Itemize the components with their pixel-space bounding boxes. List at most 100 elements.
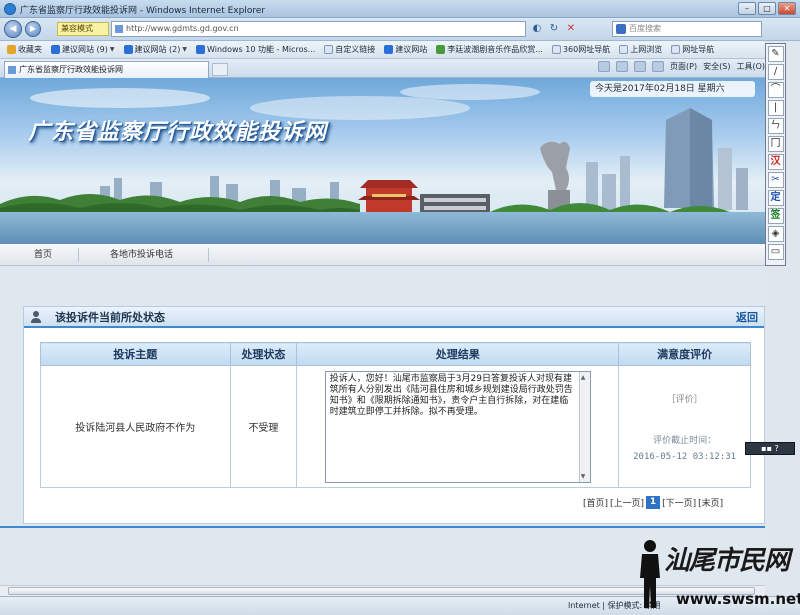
stroke-horizontal-icon[interactable]: /: [767, 64, 784, 80]
panel-title: 该投诉件当前所处状态: [55, 311, 165, 324]
stroke-bend-icon[interactable]: ㄣ: [767, 118, 784, 134]
stroke-vertical-icon[interactable]: |: [767, 100, 784, 116]
nav-home-link[interactable]: 首页: [34, 244, 52, 266]
col-header-result: 处理结果: [296, 342, 620, 366]
table-row: 投诉陆河县人民政府不作为 不受理 投诉人，您好！汕尾市监察局于3月29日答复投诉…: [40, 365, 751, 488]
fav-item-suggested-9[interactable]: 建议网站 (9) ▼: [48, 44, 118, 55]
tools-menu[interactable]: 工具(O): [736, 61, 765, 72]
star-icon: [7, 45, 16, 54]
col-header-status: 处理状态: [229, 342, 298, 366]
fav-label: 网址导航: [682, 45, 715, 54]
result-scrollbar[interactable]: [578, 371, 590, 482]
ime-status-widget[interactable]: ▪▪ ?: [745, 442, 795, 455]
back-icon[interactable]: ◀: [4, 20, 22, 38]
cell-status: 不受理: [229, 365, 298, 488]
compat-icon[interactable]: ◐: [530, 22, 544, 36]
page-icon: [671, 45, 681, 54]
scissors-icon[interactable]: ✂: [767, 172, 784, 188]
favorites-label: 收藏夹: [18, 45, 42, 54]
tab-active[interactable]: 广东省监察厅行政效能投诉网: [4, 61, 209, 78]
fav-item-suggested-2[interactable]: 建议网站 (2) ▼: [121, 44, 191, 55]
refresh-icon[interactable]: ↻: [547, 22, 561, 36]
stop-icon[interactable]: ✕: [564, 22, 578, 36]
content-bottom-rule: [0, 526, 765, 528]
main-nav: 首页 各地市投诉电话: [0, 244, 765, 266]
pagination: [首页] [上一页] 1 [下一页] [末页]: [583, 496, 723, 509]
col-header-subject: 投诉主题: [40, 342, 231, 366]
mail-icon[interactable]: [634, 61, 647, 72]
eraser-icon[interactable]: ◈: [767, 226, 784, 242]
complaint-table: 投诉主题 处理状态 处理结果 满意度评价 投诉陆河县人民政府不作为 不受理 投诉…: [40, 342, 751, 488]
fav-item-custom-links[interactable]: 自定义链接: [321, 44, 378, 55]
chevron-down-icon: ▼: [182, 46, 187, 53]
rating-deadline-value: 2016-05-12 03:12:31: [633, 451, 737, 462]
stroke-box-icon[interactable]: 冂: [767, 136, 784, 152]
close-icon[interactable]: ✕: [778, 2, 796, 15]
table-header-row: 投诉主题 处理状态 处理结果 满意度评价: [40, 342, 751, 366]
pen-icon[interactable]: ✎: [767, 46, 784, 62]
page-menu[interactable]: 页面(P): [670, 61, 697, 72]
person-icon: [31, 311, 41, 323]
fav-label: 李廷波潮剧音乐作品欣赏...: [447, 45, 543, 54]
favorites-button[interactable]: 收藏夹: [4, 44, 45, 55]
window-icon[interactable]: ▭: [767, 244, 784, 260]
cell-result: 投诉人，您好！汕尾市监察局于3月29日答复投诉人对现有建筑所有人分别发出《陆河县…: [296, 365, 620, 488]
page-icon: [619, 45, 629, 54]
address-tools: ◐ ↻ ✕: [530, 22, 578, 36]
fav-item-browse[interactable]: 上网浏览: [616, 44, 665, 55]
current-date: 今天是2017年02月18日 星期六: [590, 81, 755, 97]
pager-current[interactable]: 1: [646, 496, 661, 509]
ie-logo-icon: [4, 3, 16, 15]
page-icon: [551, 45, 561, 54]
pager-last[interactable]: [末页]: [698, 496, 723, 509]
rate-link[interactable]: ［评价］: [619, 392, 750, 405]
command-bar: 页面(P) 安全(S) 工具(O): [598, 61, 765, 72]
print-icon[interactable]: [652, 61, 665, 72]
back-link[interactable]: 返回: [736, 307, 758, 328]
nav-divider: [208, 248, 209, 262]
ding-icon[interactable]: 定: [767, 190, 784, 206]
pager-prev[interactable]: [上一页]: [610, 496, 644, 509]
minimize-icon[interactable]: –: [738, 2, 756, 15]
nav-hotline-link[interactable]: 各地市投诉电话: [110, 244, 173, 266]
safety-menu[interactable]: 安全(S): [703, 61, 730, 72]
url-input[interactable]: http://www.gdmts.gd.gov.cn: [111, 21, 526, 37]
search-input[interactable]: 百度搜索: [612, 21, 762, 37]
result-text: 投诉人，您好！汕尾市监察局于3月29日答复投诉人对现有建筑所有人分别发出《陆河县…: [329, 373, 573, 417]
site-title: 广东省监察厅行政效能投诉网: [28, 119, 328, 145]
fav-label: 建议网站: [395, 45, 428, 54]
fav-label: 自定义链接: [335, 45, 376, 54]
page-icon: [324, 45, 334, 54]
window-titlebar: 广东省监察厅行政效能投诉网 - Windows Internet Explore…: [0, 0, 800, 18]
pager-next[interactable]: [下一页]: [662, 496, 696, 509]
cell-subject: 投诉陆河县人民政府不作为: [40, 365, 231, 488]
suggested-sites-icon: [123, 45, 133, 54]
complaint-status-panel: 该投诉件当前所处状态 返回 投诉主题 处理状态 处理结果 满意度评价 投诉陆河县…: [23, 306, 765, 524]
tab-label: 广东省监察厅行政效能投诉网: [19, 65, 123, 74]
fav-item-suggested[interactable]: 建议网站: [381, 44, 430, 55]
fav-item-360[interactable]: 360网址导航: [549, 44, 613, 55]
compatibility-view-button[interactable]: 兼容模式: [57, 22, 109, 36]
address-bar: ◀ ▶ 兼容模式 http://www.gdmts.gd.gov.cn ◐ ↻ …: [0, 18, 800, 41]
feeds-icon[interactable]: [616, 61, 629, 72]
new-tab-button[interactable]: [212, 63, 228, 76]
forward-icon[interactable]: ▶: [25, 21, 41, 37]
tab-bar: 广东省监察厅行政效能投诉网 页面(P) 安全(S) 工具(O): [0, 59, 765, 78]
window-controls: – □ ✕: [738, 2, 796, 15]
pager-first[interactable]: [首页]: [583, 496, 608, 509]
stroke-hook-icon[interactable]: ⌒: [767, 82, 784, 98]
col-header-rating: 满意度评价: [618, 342, 751, 366]
fav-item-windows10[interactable]: Windows 10 功能 - Micros...: [193, 44, 318, 55]
fav-item-music[interactable]: 李廷波潮剧音乐作品欣赏...: [433, 44, 546, 55]
han-icon[interactable]: 汉: [767, 154, 784, 170]
fav-item-nav[interactable]: 网址导航: [668, 44, 717, 55]
search-placeholder: 百度搜索: [629, 24, 661, 33]
site-banner: 广东省监察厅行政效能投诉网 今天是2017年02月18日 星期六: [0, 78, 765, 244]
chevron-down-icon: ▼: [109, 46, 115, 53]
maximize-icon[interactable]: □: [758, 2, 776, 15]
result-textarea[interactable]: 投诉人，您好！汕尾市监察局于3月29日答复投诉人对现有建筑所有人分别发出《陆河县…: [324, 370, 591, 483]
site-watermark: 汕尾市民网 www.swsm.net: [636, 538, 800, 610]
sign-icon[interactable]: 签: [767, 208, 784, 224]
panel-header: 该投诉件当前所处状态 返回: [24, 307, 764, 328]
home-icon[interactable]: [598, 61, 611, 72]
